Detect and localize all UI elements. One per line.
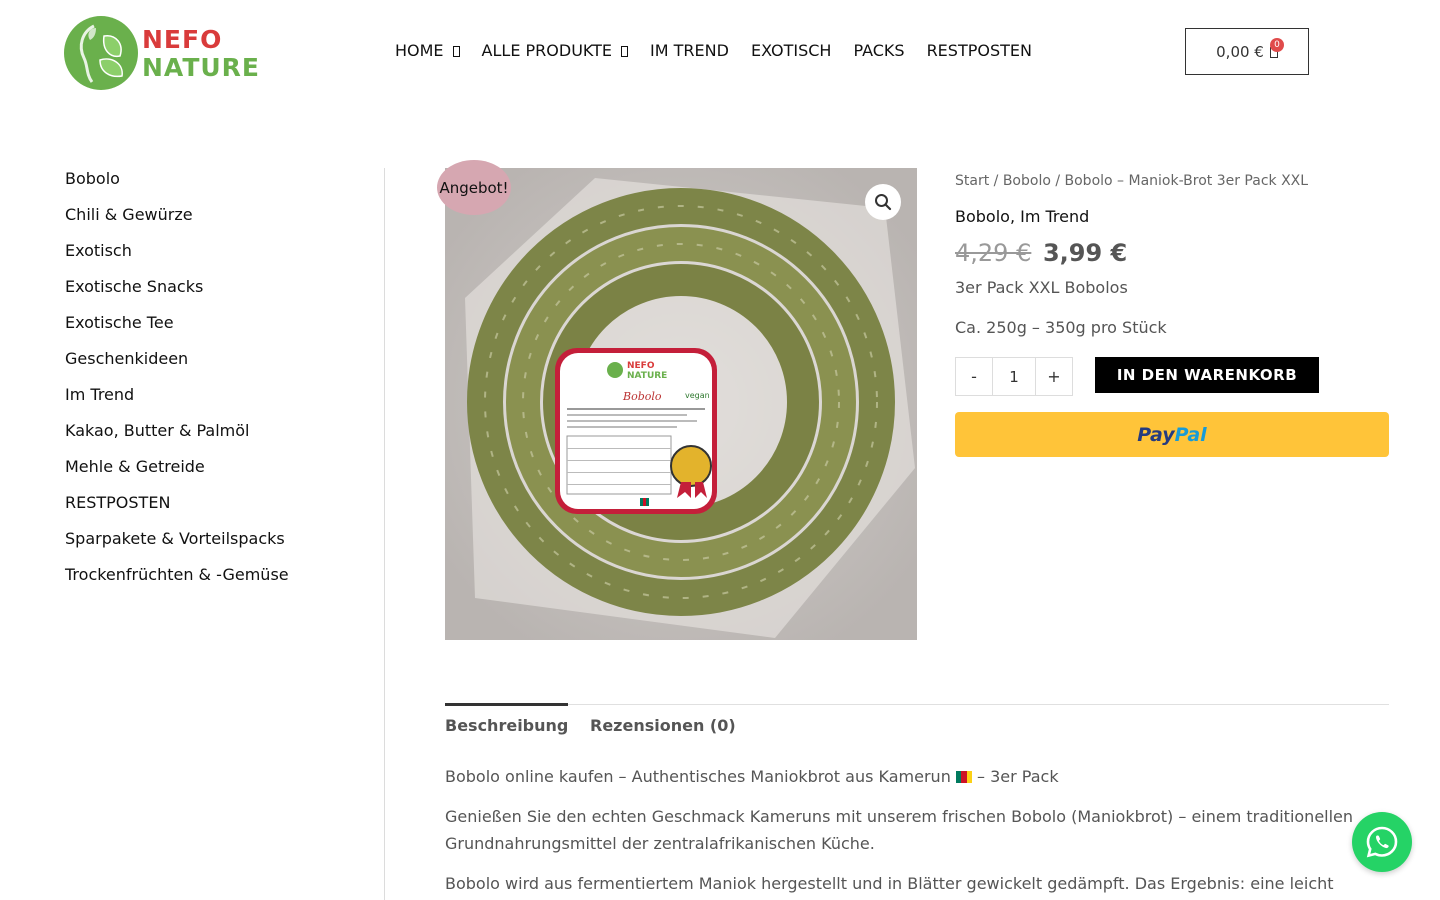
main-nav: HOME ALLE PRODUKTE IM TREND EXOTISCH PAC… [395,40,1054,62]
whatsapp-chat-button[interactable] [1352,812,1412,872]
cart-button[interactable]: 0,00 € [1185,28,1309,75]
sidebar-category-link[interactable]: Exotisch [65,240,365,276]
logo-text-nefo: NEFO [142,24,223,54]
sidebar-category-link[interactable]: Exotische Snacks [65,276,365,312]
cameroon-flag-icon [955,764,972,783]
quantity-minus-button[interactable]: - [955,357,993,396]
label-vegan: vegan [685,391,710,400]
quantity-input[interactable]: 1 [993,357,1035,396]
sidebar-divider [384,168,385,900]
nav-item-exotisch[interactable]: EXOTISCH [751,40,832,62]
nav-item-packs[interactable]: PACKS [853,40,904,62]
sidebar-category-link[interactable]: Exotische Tee [65,312,365,348]
sale-badge: Angebot! [437,160,511,215]
description-paragraph: Bobolo online kaufen – Authentisches Man… [445,763,1375,790]
cart-total: 0,00 € [1216,42,1264,61]
tab-description[interactable]: Beschreibung [445,716,568,735]
logo-text-nature: NATURE [142,52,261,82]
paypal-logo-pal: Pal [1174,423,1207,446]
short-description-line: Ca. 250g – 350g pro Stück [955,318,1167,337]
description-text: – 3er Pack [977,767,1059,786]
nav-item-label: RESTPOSTEN [926,41,1032,60]
sidebar-category-link[interactable]: Bobolo [65,168,365,204]
label-brand-bottom: NATURE [627,371,667,381]
cart-count-badge: 0 [1270,38,1284,52]
paypal-button[interactable]: Pay Pal [955,412,1389,457]
short-description-line: 3er Pack XXL Bobolos [955,278,1128,297]
quantity-stepper: - 1 + [955,357,1073,396]
tab-reviews[interactable]: Rezensionen (0) [590,716,736,735]
sidebar-category-link[interactable]: Chili & Gewürze [65,204,365,240]
product-categories[interactable]: Bobolo, Im Trend [955,207,1089,226]
sidebar-category-link[interactable]: Mehle & Getreide [65,456,365,492]
old-price: 4,29 € [955,239,1032,267]
sidebar-category-link[interactable]: RESTPOSTEN [65,492,365,528]
nav-item-label: PACKS [853,41,905,60]
zoom-button[interactable] [865,184,901,220]
description-paragraph: Bobolo wird aus fermentiertem Maniok her… [445,874,1334,893]
nav-item-label: EXOTISCH [750,41,832,60]
add-to-cart-button[interactable]: IN DEN WARENKORB [1095,357,1319,393]
quantity-plus-button[interactable]: + [1035,357,1073,396]
description-text: Bobolo online kaufen – Authentisches Man… [445,767,951,786]
paypal-logo-pay: Pay [1137,423,1175,446]
nav-item-label: ALLE PRODUKTE [481,41,613,60]
nav-item-alle-produkte[interactable]: ALLE PRODUKTE [482,40,629,62]
sale-price: 3,99 € [1042,239,1128,267]
product-price: 4,29 € 3,99 € [955,239,1127,267]
sidebar-category-link[interactable]: Sparpakete & Vorteilspacks [65,528,365,564]
label-brand-top: NEFO [627,361,655,371]
product-image[interactable]: NEFO NATURE Bobolo vegan [445,168,917,640]
site-logo[interactable]: NEFO NATURE [64,15,259,91]
chevron-down-icon [452,45,460,57]
nav-item-restposten[interactable]: RESTPOSTEN [927,40,1032,62]
description-paragraph: Genießen Sie den echten Geschmack Kameru… [445,807,1354,853]
sidebar-category-link[interactable]: Kakao, Butter & Palmöl [65,420,365,456]
leaf-face-icon [64,16,138,90]
breadcrumb[interactable]: Start / Bobolo / Bobolo – Maniok-Brot 3e… [955,173,1308,189]
sidebar-category-link[interactable]: Geschenkideen [65,348,365,384]
sidebar-category-link[interactable]: Im Trend [65,384,365,420]
nav-item-label: HOME [395,41,444,60]
active-tab-indicator [445,703,568,706]
whatsapp-icon [1366,826,1398,858]
nav-item-im-trend[interactable]: IM TREND [650,40,729,62]
tabs-divider [445,704,1389,705]
nav-item-label: IM TREND [650,41,729,60]
nav-item-home[interactable]: HOME [395,40,460,62]
label-title: Bobolo [622,390,662,403]
sidebar-category-link[interactable]: Trockenfrüchten & -Gemüse [65,564,365,600]
category-sidebar: Bobolo Chili & Gewürze Exotisch Exotisch… [65,168,365,600]
magnifier-icon [875,194,892,211]
chevron-down-icon [621,45,629,57]
